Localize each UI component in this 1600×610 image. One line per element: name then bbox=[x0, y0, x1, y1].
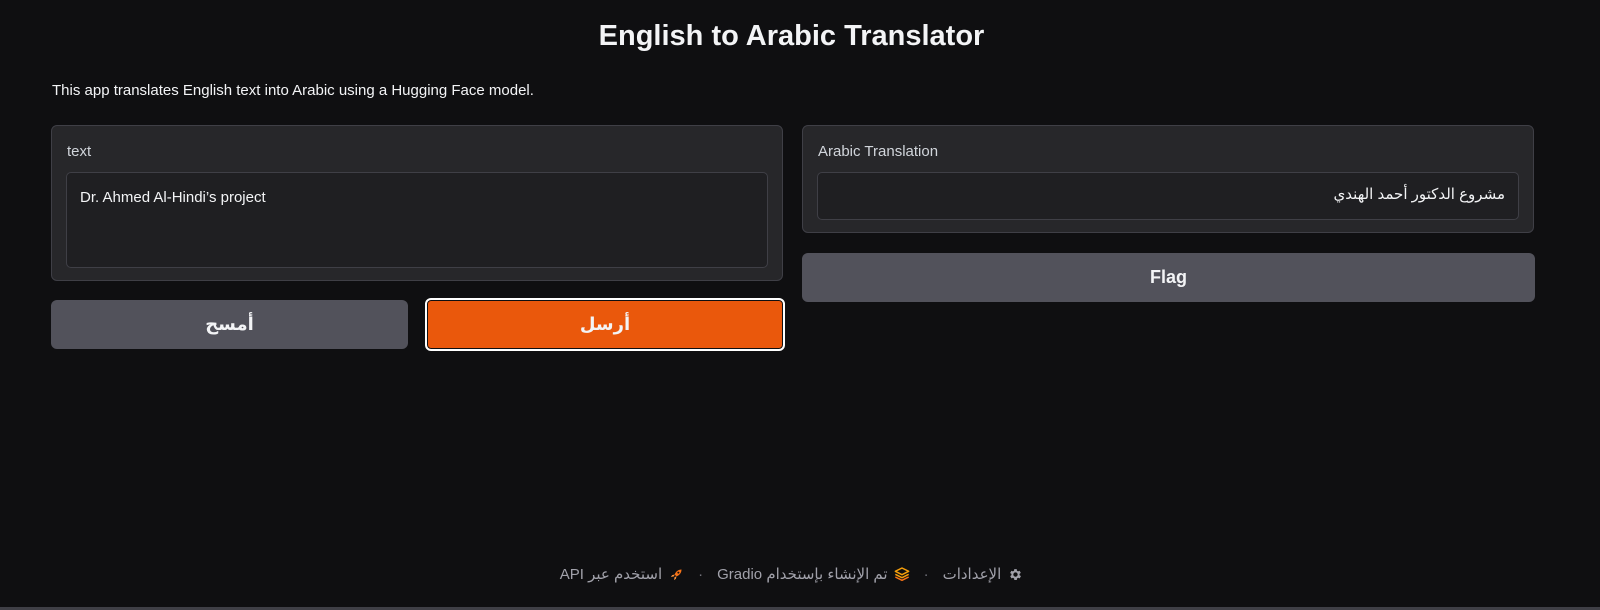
page-description: This app translates English text into Ar… bbox=[52, 82, 534, 99]
input-panel: text Dr. Ahmed Al-Hindi’s project bbox=[51, 125, 783, 281]
footer: الإعدادات · تم الإنشاء بإستخدام Gradio · bbox=[0, 565, 1583, 583]
input-label: text bbox=[67, 143, 92, 160]
clear-button[interactable]: أمسح bbox=[51, 300, 408, 349]
gear-icon bbox=[1007, 566, 1023, 582]
flag-button[interactable]: Flag bbox=[802, 253, 1535, 302]
text-input[interactable]: Dr. Ahmed Al-Hindi’s project bbox=[66, 172, 768, 268]
translation-text: مشروع الدكتور أحمد الهندي bbox=[1333, 186, 1505, 203]
settings-link[interactable]: الإعدادات bbox=[943, 565, 1024, 583]
built-with-gradio-link[interactable]: تم الإنشاء بإستخدام Gradio bbox=[717, 565, 909, 583]
output-label: Arabic Translation bbox=[818, 143, 939, 160]
submit-button[interactable]: أرسل bbox=[425, 298, 785, 351]
page-title: English to Arabic Translator bbox=[598, 20, 985, 52]
app-root: English to Arabic Translator This app tr… bbox=[0, 0, 1600, 610]
api-label: استخدم عبر API bbox=[559, 566, 663, 583]
use-via-api-link[interactable]: استخدم عبر API bbox=[560, 565, 684, 583]
settings-label: الإعدادات bbox=[942, 566, 1002, 583]
translation-output[interactable]: مشروع الدكتور أحمد الهندي bbox=[817, 172, 1519, 220]
output-panel: Arabic Translation مشروع الدكتور أحمد ال… bbox=[802, 125, 1534, 233]
gradio-logo-icon bbox=[894, 566, 910, 582]
built-with-label: تم الإنشاء بإستخدام Gradio bbox=[717, 566, 888, 583]
rocket-icon bbox=[668, 566, 684, 582]
footer-separator: · bbox=[923, 565, 929, 583]
footer-separator: · bbox=[698, 565, 704, 583]
